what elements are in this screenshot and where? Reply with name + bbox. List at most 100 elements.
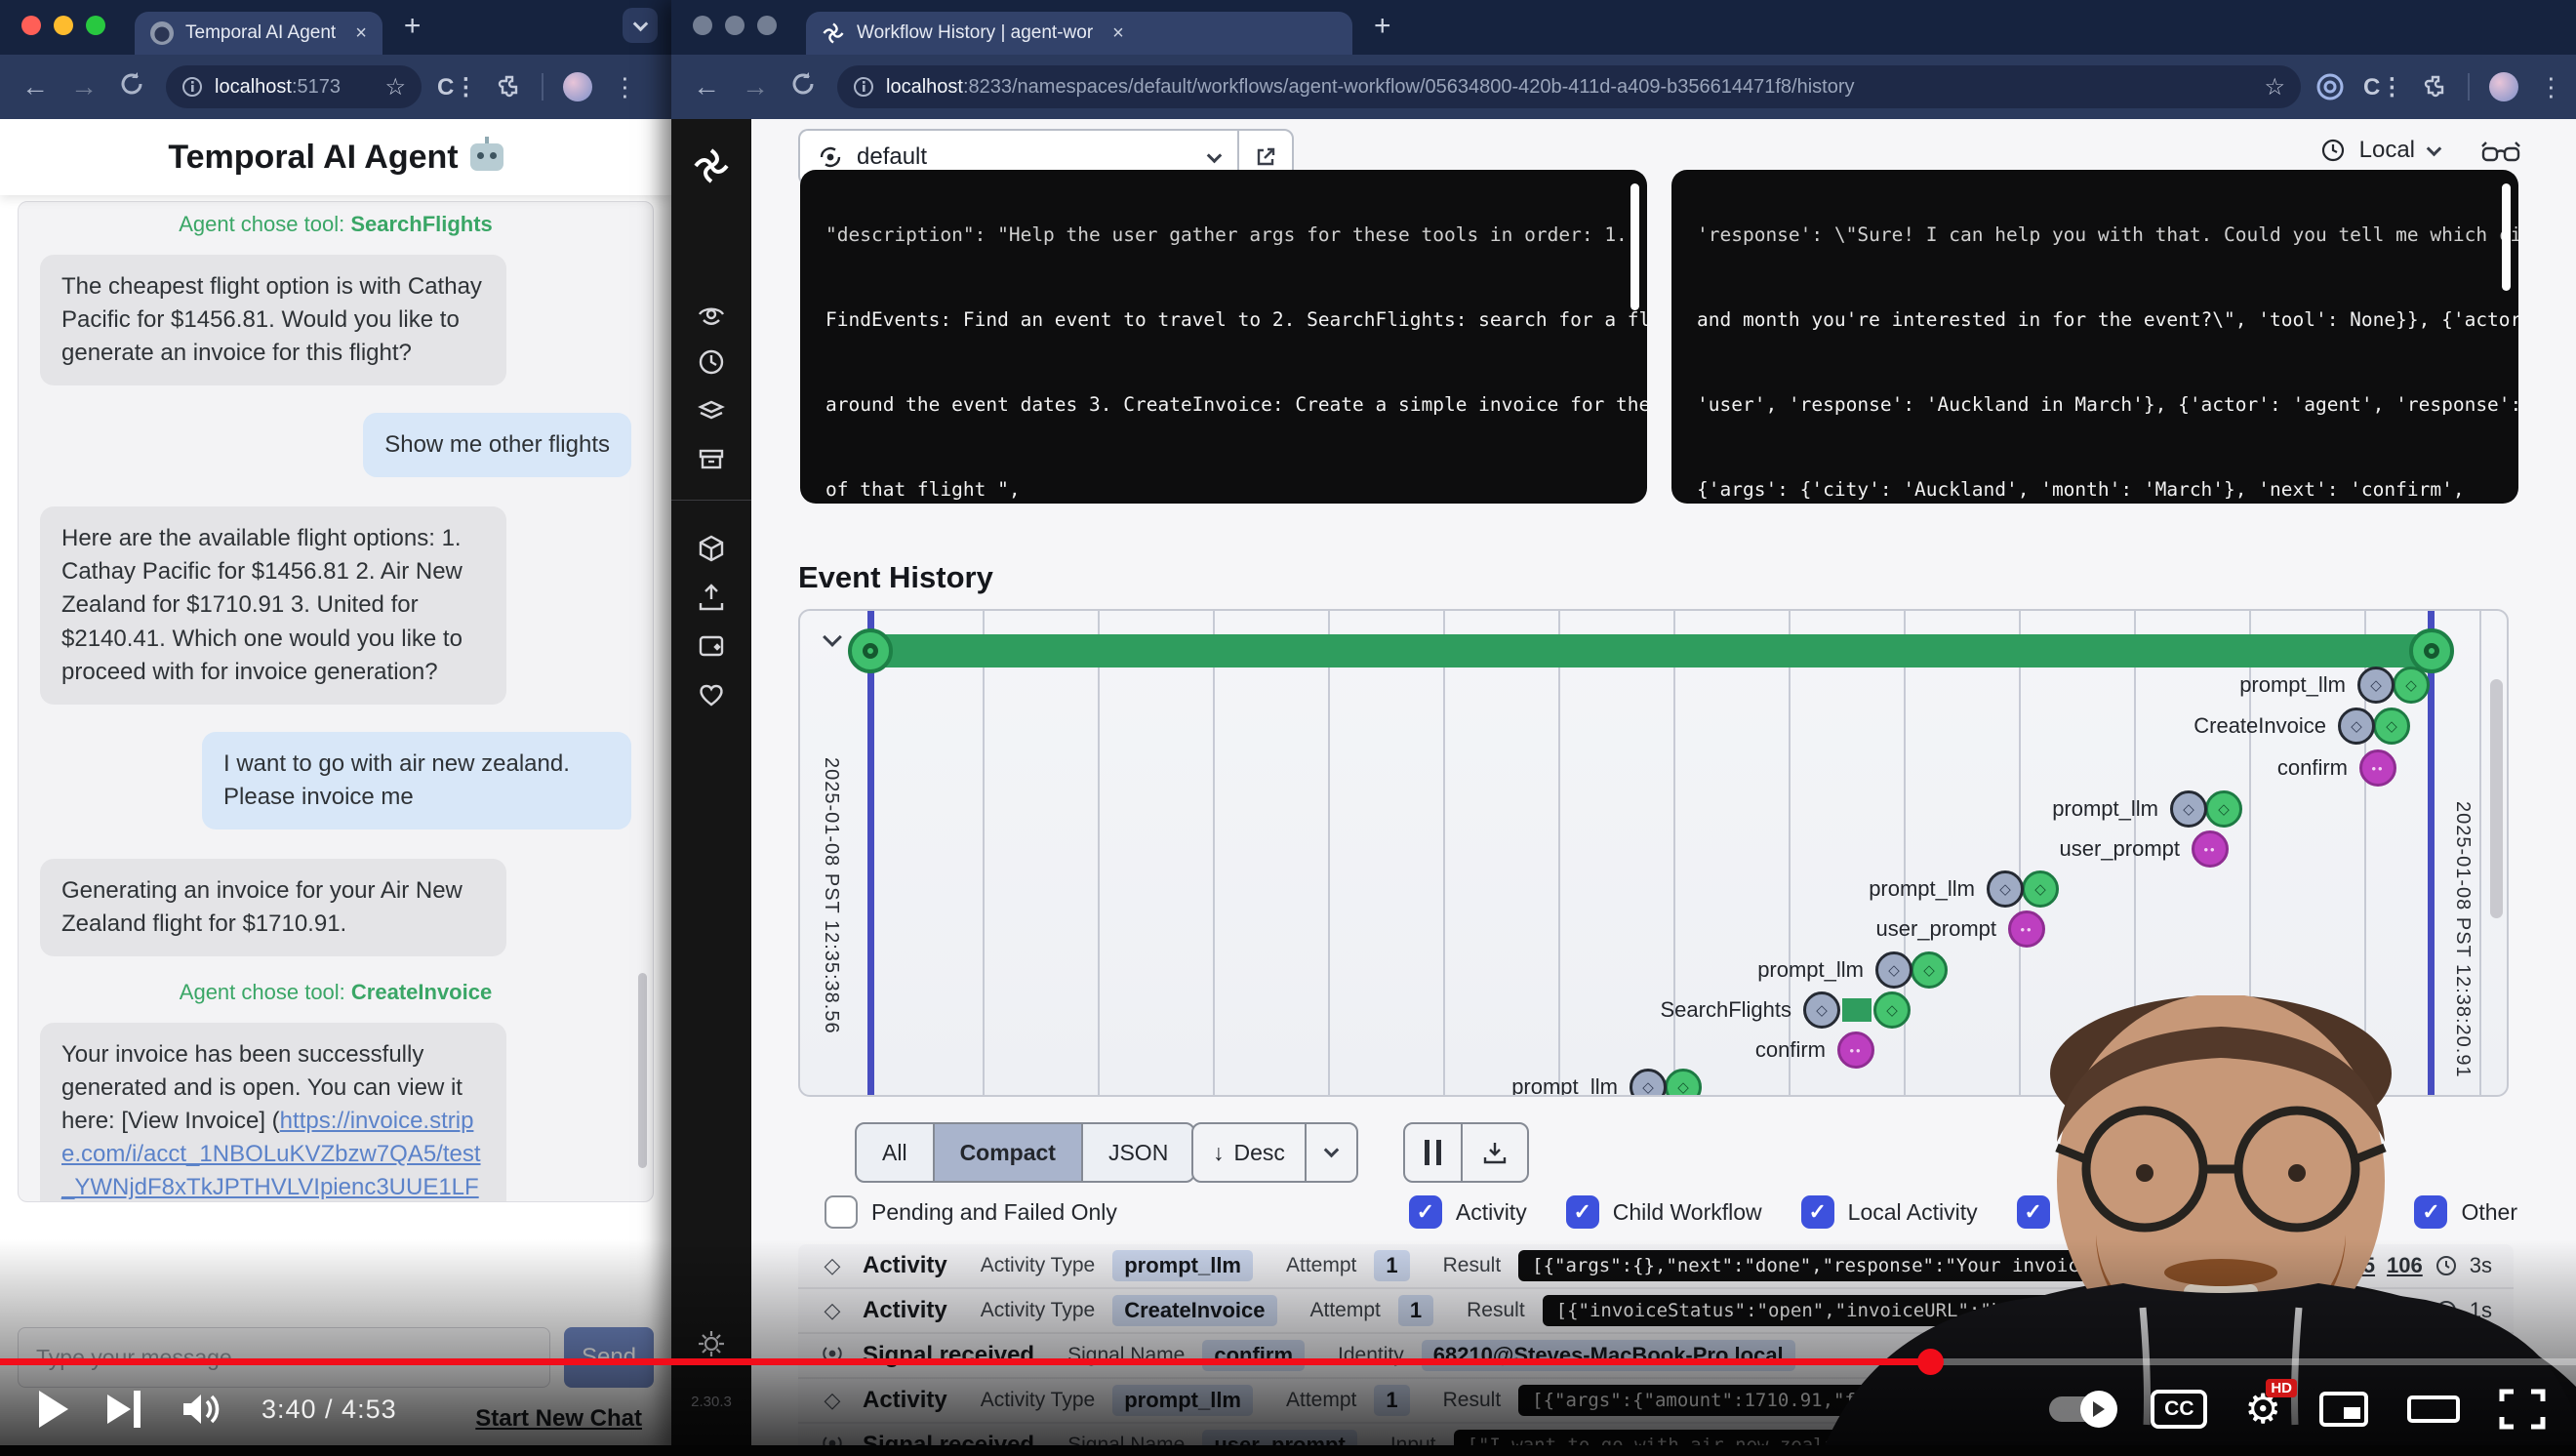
- reload-icon[interactable]: [119, 71, 144, 103]
- timeline-event[interactable]: prompt_llm◇◇: [2239, 667, 2430, 704]
- import-icon[interactable]: [696, 582, 727, 618]
- workflow-start-node[interactable]: [848, 628, 893, 673]
- timeline-event[interactable]: user_prompt••: [2059, 830, 2229, 868]
- user-message: I want to go with air new zealand. Pleas…: [202, 732, 631, 829]
- chevron-down-icon: [1207, 147, 1223, 163]
- filter-child-workflow[interactable]: ✓Child Workflow: [1566, 1195, 1762, 1229]
- timezone-select[interactable]: Local: [2320, 137, 2439, 164]
- extensions-puzzle-icon[interactable]: [497, 74, 522, 100]
- checkbox-unchecked[interactable]: [825, 1195, 858, 1229]
- site-info-icon[interactable]: [181, 76, 203, 98]
- pending-failed-filter[interactable]: Pending and Failed Only: [825, 1195, 1117, 1229]
- minimize-window-button[interactable]: [725, 16, 745, 35]
- schedules-icon[interactable]: [696, 346, 727, 383]
- toolbar-divider: [542, 73, 543, 101]
- close-tab-icon[interactable]: ×: [355, 22, 367, 45]
- timeline-event[interactable]: CreateInvoice◇◇: [2194, 708, 2410, 745]
- labs-icon[interactable]: [696, 630, 727, 667]
- timeline-start-timestamp: 2025-01-08 PST 12:35:38.56: [820, 757, 842, 1034]
- bookmark-star-icon[interactable]: ☆: [371, 73, 406, 101]
- timeline-event[interactable]: prompt_llm◇◇: [2052, 790, 2242, 828]
- signal-icon: [820, 1433, 845, 1456]
- right-toolbar: ← → localhost:8233/namespaces/default/wo…: [671, 55, 2576, 119]
- agent-message-invoice: Your invoice has been successfully gener…: [40, 1023, 506, 1202]
- view-compact-option[interactable]: Compact: [935, 1124, 1083, 1181]
- chat-history-panel[interactable]: Agent chose tool: SearchFlights The chea…: [18, 201, 654, 1202]
- forward-icon[interactable]: →: [70, 71, 98, 102]
- playback-controls: [1403, 1122, 1529, 1183]
- nexus-icon[interactable]: [696, 533, 727, 569]
- browser-tab[interactable]: ⬤ Temporal AI Agent ×: [135, 12, 382, 55]
- browser-tab[interactable]: Workflow History | agent-wor ×: [806, 12, 1352, 55]
- timeline-event[interactable]: user_prompt••: [1875, 910, 2045, 948]
- activity-diamond-icon: ◇: [820, 1253, 845, 1278]
- zoom-window-button[interactable]: [86, 16, 105, 35]
- back-icon[interactable]: ←: [21, 71, 49, 102]
- extension-c-icon[interactable]: C⋮: [437, 73, 477, 101]
- minimize-window-button[interactable]: [54, 16, 73, 35]
- menu-kebab-icon[interactable]: ⋮: [612, 72, 637, 102]
- view-all-option[interactable]: All: [857, 1124, 935, 1181]
- back-icon[interactable]: ←: [693, 71, 720, 102]
- namespace-icon: [818, 144, 843, 170]
- left-toolbar: ← → localhost:5173 ☆ C⋮ ⋮: [0, 55, 671, 119]
- filter-activity[interactable]: ✓Activity: [1409, 1195, 1527, 1229]
- input-payload-code[interactable]: "description": "Help the user gather arg…: [800, 170, 1647, 504]
- video-frame: ⬤ Temporal AI Agent × + ← → localhost:51…: [0, 0, 2576, 1456]
- external-link-icon: [1254, 145, 1277, 169]
- download-history-button[interactable]: [1463, 1124, 1527, 1181]
- archival-icon[interactable]: [696, 443, 727, 479]
- workflow-execution-bar[interactable]: [870, 634, 2432, 667]
- close-window-button[interactable]: [693, 16, 712, 35]
- send-button[interactable]: Send: [564, 1327, 654, 1388]
- event-history-title: Event History: [798, 560, 993, 595]
- menu-kebab-icon[interactable]: ⋮: [2538, 72, 2563, 102]
- temporal-sidebar: 2.30.3: [671, 119, 751, 1456]
- tab-overview-button[interactable]: [623, 8, 658, 43]
- chat-scrollbar[interactable]: [638, 973, 647, 1168]
- timeline-start-line: [867, 611, 874, 1095]
- sidebar-divider: [671, 500, 751, 501]
- timeline-scrollbar[interactable]: [2490, 679, 2503, 918]
- workflows-icon[interactable]: [696, 299, 727, 335]
- code-scrollbar[interactable]: [1630, 183, 1639, 310]
- timeline-event[interactable]: prompt_llm◇◇: [1869, 870, 2059, 908]
- pause-button[interactable]: [1405, 1124, 1463, 1181]
- temporal-logo-icon[interactable]: [692, 146, 731, 190]
- close-tab-icon[interactable]: ×: [1112, 22, 1124, 45]
- code-scrollbar[interactable]: [2502, 183, 2511, 291]
- profile-avatar[interactable]: [563, 72, 592, 101]
- left-browser-window: ⬤ Temporal AI Agent × + ← → localhost:51…: [0, 0, 671, 1456]
- download-icon: [1482, 1140, 1508, 1165]
- forward-icon[interactable]: →: [742, 71, 769, 102]
- sort-dropdown-button[interactable]: [1307, 1124, 1356, 1181]
- chat-input-row: Send: [18, 1327, 654, 1388]
- site-info-icon[interactable]: [853, 76, 874, 98]
- message-input[interactable]: [18, 1327, 550, 1388]
- timeline-event[interactable]: prompt_llm◇◇: [1511, 1069, 1702, 1097]
- bookmark-star-icon[interactable]: ☆: [2250, 73, 2285, 101]
- timeline-event[interactable]: prompt_llm◇◇: [1757, 951, 1948, 989]
- extension-c-icon[interactable]: C⋮: [2363, 73, 2403, 101]
- address-bar[interactable]: localhost:8233/namespaces/default/workfl…: [837, 65, 2301, 108]
- theme-toggle-icon[interactable]: [697, 1329, 726, 1363]
- address-bar[interactable]: localhost:5173 ☆: [166, 65, 422, 108]
- close-window-button[interactable]: [21, 16, 41, 35]
- extensions-puzzle-icon[interactable]: [2423, 74, 2448, 100]
- profile-avatar[interactable]: [2489, 72, 2518, 101]
- zoom-window-button[interactable]: [757, 16, 777, 35]
- onepassword-icon[interactable]: [2316, 73, 2344, 101]
- view-mode-segmented-control: All Compact JSON: [855, 1122, 1195, 1183]
- new-tab-button[interactable]: +: [1374, 10, 1391, 43]
- timeline-event[interactable]: confirm••: [2277, 749, 2396, 787]
- chat-app-page: Temporal AI Agent Agent chose tool: Sear…: [0, 119, 671, 1456]
- window-controls: [21, 16, 105, 35]
- new-tab-button[interactable]: +: [404, 10, 422, 43]
- reload-icon[interactable]: [790, 71, 816, 103]
- deployments-icon[interactable]: [696, 394, 727, 430]
- view-json-option[interactable]: JSON: [1083, 1124, 1193, 1181]
- result-payload-code[interactable]: 'response': \"Sure! I can help you with …: [1671, 170, 2518, 504]
- start-new-chat-link[interactable]: Start New Chat: [475, 1405, 642, 1433]
- sort-desc-button[interactable]: ↓Desc: [1193, 1124, 1307, 1181]
- feedback-heart-icon[interactable]: [696, 679, 727, 715]
